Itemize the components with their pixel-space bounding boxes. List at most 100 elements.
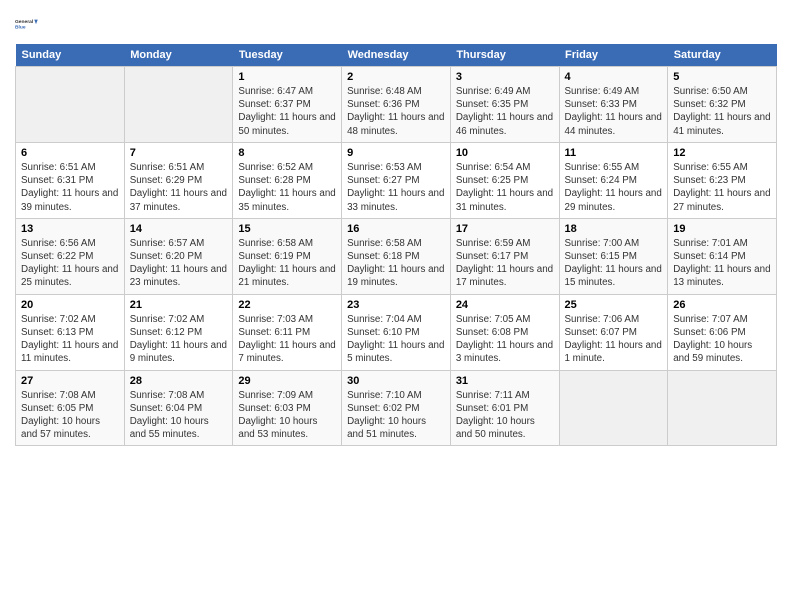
day-detail: Sunrise: 7:10 AMSunset: 6:02 PMDaylight:… <box>347 389 445 442</box>
calendar-cell: 28 Sunrise: 7:08 AMSunset: 6:04 PMDayligh… <box>124 370 233 446</box>
day-number: 7 <box>130 147 228 159</box>
day-detail: Sunrise: 6:59 AMSunset: 6:17 PMDaylight:… <box>456 237 554 290</box>
day-number: 27 <box>21 375 119 387</box>
calendar-cell: 31Sunrise: 7:11 AMSunset: 6:01 PMDayligh… <box>450 370 559 446</box>
day-detail: Sunrise: 7:08 AMSunset: 6:05 PMDaylight:… <box>21 389 119 442</box>
day-detail: Sunrise: 6:57 AMSunset: 6:20 PMDaylight:… <box>130 237 228 290</box>
day-detail: Sunrise: 7:07 AMSunset: 6:06 PMDaylight:… <box>673 313 771 366</box>
day-number: 29 <box>238 375 336 387</box>
logo: GeneralBlue <box>15 10 43 38</box>
day-number: 13 <box>21 223 119 235</box>
day-number: 26 <box>673 299 771 311</box>
day-detail: Sunrise: 6:55 AMSunset: 6:24 PMDaylight:… <box>565 161 663 214</box>
calendar-cell: 17 Sunrise: 6:59 AMSunset: 6:17 PMDayligh… <box>450 218 559 294</box>
day-number: 30 <box>347 375 445 387</box>
calendar-cell: 10 Sunrise: 6:54 AMSunset: 6:25 PMDayligh… <box>450 142 559 218</box>
calendar-cell: 30 Sunrise: 7:10 AMSunset: 6:02 PMDayligh… <box>342 370 451 446</box>
svg-text:General: General <box>15 19 34 25</box>
calendar-cell: 1Sunrise: 6:47 AMSunset: 6:37 PMDaylight… <box>233 67 342 143</box>
day-detail: Sunrise: 6:56 AMSunset: 6:22 PMDaylight:… <box>21 237 119 290</box>
day-number: 12 <box>673 147 771 159</box>
calendar-week-1: 1Sunrise: 6:47 AMSunset: 6:37 PMDaylight… <box>16 67 777 143</box>
day-number: 16 <box>347 223 445 235</box>
day-number: 17 <box>456 223 554 235</box>
calendar-cell: 11 Sunrise: 6:55 AMSunset: 6:24 PMDayligh… <box>559 142 668 218</box>
calendar-cell: 12Sunrise: 6:55 AMSunset: 6:23 PMDayligh… <box>668 142 777 218</box>
day-number: 28 <box>130 375 228 387</box>
day-detail: Sunrise: 6:52 AMSunset: 6:28 PMDaylight:… <box>238 161 336 214</box>
day-detail: Sunrise: 6:51 AMSunset: 6:31 PMDaylight:… <box>21 161 119 214</box>
calendar-week-2: 6 Sunrise: 6:51 AMSunset: 6:31 PMDaylight… <box>16 142 777 218</box>
day-header-wednesday: Wednesday <box>342 44 451 67</box>
calendar-cell: 9Sunrise: 6:53 AMSunset: 6:27 PMDaylight… <box>342 142 451 218</box>
day-detail: Sunrise: 7:08 AMSunset: 6:04 PMDaylight:… <box>130 389 228 442</box>
day-detail: Sunrise: 6:47 AMSunset: 6:37 PMDaylight:… <box>238 85 336 138</box>
calendar-cell <box>559 370 668 446</box>
calendar-cell: 14 Sunrise: 6:57 AMSunset: 6:20 PMDayligh… <box>124 218 233 294</box>
header: GeneralBlue <box>15 10 777 38</box>
day-header-sunday: Sunday <box>16 44 125 67</box>
day-header-tuesday: Tuesday <box>233 44 342 67</box>
calendar-cell: 26 Sunrise: 7:07 AMSunset: 6:06 PMDayligh… <box>668 294 777 370</box>
calendar-cell: 21 Sunrise: 7:02 AMSunset: 6:12 PMDayligh… <box>124 294 233 370</box>
day-detail: Sunrise: 7:02 AMSunset: 6:13 PMDaylight:… <box>21 313 119 366</box>
calendar-cell: 6 Sunrise: 6:51 AMSunset: 6:31 PMDaylight… <box>16 142 125 218</box>
calendar-cell <box>16 67 125 143</box>
calendar-cell: 16 Sunrise: 6:58 AMSunset: 6:18 PMDayligh… <box>342 218 451 294</box>
calendar-cell: 4 Sunrise: 6:49 AMSunset: 6:33 PMDaylight… <box>559 67 668 143</box>
calendar-week-3: 13 Sunrise: 6:56 AMSunset: 6:22 PMDayligh… <box>16 218 777 294</box>
calendar-cell: 29 Sunrise: 7:09 AMSunset: 6:03 PMDayligh… <box>233 370 342 446</box>
day-number: 3 <box>456 71 554 83</box>
day-number: 8 <box>238 147 336 159</box>
day-detail: Sunrise: 7:02 AMSunset: 6:12 PMDaylight:… <box>130 313 228 366</box>
day-detail: Sunrise: 7:05 AMSunset: 6:08 PMDaylight:… <box>456 313 554 366</box>
day-number: 24 <box>456 299 554 311</box>
calendar-cell: 5 Sunrise: 6:50 AMSunset: 6:32 PMDaylight… <box>668 67 777 143</box>
day-number: 9 <box>347 147 445 159</box>
calendar-cell <box>668 370 777 446</box>
day-header-monday: Monday <box>124 44 233 67</box>
day-number: 21 <box>130 299 228 311</box>
day-detail: Sunrise: 7:00 AMSunset: 6:15 PMDaylight:… <box>565 237 663 290</box>
calendar-week-4: 20Sunrise: 7:02 AMSunset: 6:13 PMDayligh… <box>16 294 777 370</box>
day-number: 11 <box>565 147 663 159</box>
day-number: 15 <box>238 223 336 235</box>
day-detail: Sunrise: 7:03 AMSunset: 6:11 PMDaylight:… <box>238 313 336 366</box>
day-header-friday: Friday <box>559 44 668 67</box>
day-detail: Sunrise: 6:49 AMSunset: 6:33 PMDaylight:… <box>565 85 663 138</box>
day-detail: Sunrise: 6:58 AMSunset: 6:19 PMDaylight:… <box>238 237 336 290</box>
calendar-week-5: 27 Sunrise: 7:08 AMSunset: 6:05 PMDayligh… <box>16 370 777 446</box>
day-detail: Sunrise: 6:54 AMSunset: 6:25 PMDaylight:… <box>456 161 554 214</box>
day-number: 6 <box>21 147 119 159</box>
calendar-cell: 15 Sunrise: 6:58 AMSunset: 6:19 PMDayligh… <box>233 218 342 294</box>
calendar-cell: 20Sunrise: 7:02 AMSunset: 6:13 PMDayligh… <box>16 294 125 370</box>
day-number: 14 <box>130 223 228 235</box>
day-number: 4 <box>565 71 663 83</box>
day-number: 22 <box>238 299 336 311</box>
calendar-cell <box>124 67 233 143</box>
calendar-cell: 22 Sunrise: 7:03 AMSunset: 6:11 PMDayligh… <box>233 294 342 370</box>
calendar-cell: 27 Sunrise: 7:08 AMSunset: 6:05 PMDayligh… <box>16 370 125 446</box>
day-number: 23 <box>347 299 445 311</box>
day-detail: Sunrise: 6:51 AMSunset: 6:29 PMDaylight:… <box>130 161 228 214</box>
day-detail: Sunrise: 7:01 AMSunset: 6:14 PMDaylight:… <box>673 237 771 290</box>
day-detail: Sunrise: 6:50 AMSunset: 6:32 PMDaylight:… <box>673 85 771 138</box>
calendar-cell: 13 Sunrise: 6:56 AMSunset: 6:22 PMDayligh… <box>16 218 125 294</box>
day-detail: Sunrise: 6:49 AMSunset: 6:35 PMDaylight:… <box>456 85 554 138</box>
calendar-cell: 19 Sunrise: 7:01 AMSunset: 6:14 PMDayligh… <box>668 218 777 294</box>
calendar-table: SundayMondayTuesdayWednesdayThursdayFrid… <box>15 44 777 446</box>
day-detail: Sunrise: 6:48 AMSunset: 6:36 PMDaylight:… <box>347 85 445 138</box>
day-number: 10 <box>456 147 554 159</box>
day-detail: Sunrise: 7:06 AMSunset: 6:07 PMDaylight:… <box>565 313 663 366</box>
day-number: 19 <box>673 223 771 235</box>
day-detail: Sunrise: 6:58 AMSunset: 6:18 PMDaylight:… <box>347 237 445 290</box>
day-number: 25 <box>565 299 663 311</box>
day-number: 5 <box>673 71 771 83</box>
day-number: 18 <box>565 223 663 235</box>
calendar-cell: 23 Sunrise: 7:04 AMSunset: 6:10 PMDayligh… <box>342 294 451 370</box>
calendar-cell: 25 Sunrise: 7:06 AMSunset: 6:07 PMDayligh… <box>559 294 668 370</box>
day-detail: Sunrise: 7:09 AMSunset: 6:03 PMDaylight:… <box>238 389 336 442</box>
day-detail: Sunrise: 7:04 AMSunset: 6:10 PMDaylight:… <box>347 313 445 366</box>
day-number: 2 <box>347 71 445 83</box>
day-header-saturday: Saturday <box>668 44 777 67</box>
